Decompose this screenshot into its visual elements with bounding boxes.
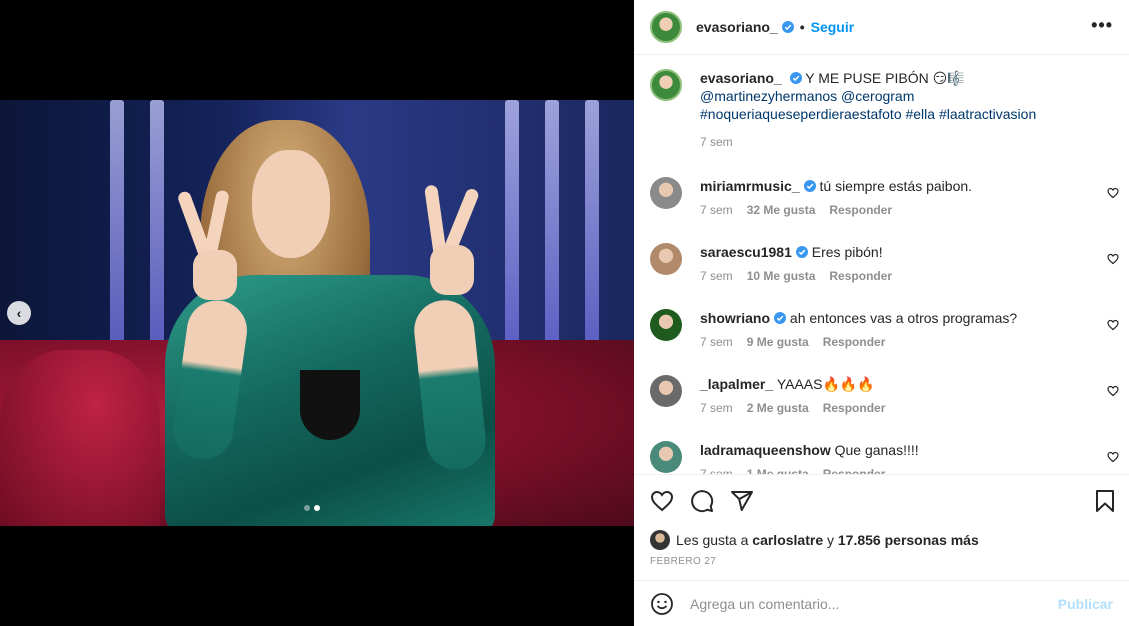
commenter-username[interactable]: ladramaqueenshow bbox=[700, 442, 831, 458]
publish-button[interactable]: Publicar bbox=[1058, 596, 1113, 612]
commenter-username[interactable]: miriamrmusic_ bbox=[700, 178, 800, 194]
stage-light bbox=[545, 100, 559, 350]
commenter-username[interactable]: _lapalmer_ bbox=[700, 376, 773, 392]
author-username[interactable]: evasoriano_ bbox=[696, 19, 778, 35]
reply-button[interactable]: Responder bbox=[823, 401, 886, 415]
comment-text: YAAAS🔥🔥🔥 bbox=[776, 376, 875, 392]
carousel-indicator bbox=[304, 505, 320, 511]
emoji-icon[interactable] bbox=[650, 592, 674, 616]
reply-button[interactable]: Responder bbox=[823, 467, 886, 474]
caption: evasoriano_ Y ME PUSE PIBÓN 😏🎼 @martinez… bbox=[634, 55, 1129, 151]
verified-badge-icon bbox=[774, 312, 787, 324]
stage-light bbox=[585, 100, 599, 350]
post-header: evasoriano_ • Seguir ••• bbox=[634, 0, 1129, 55]
comment-like-count[interactable]: 32 Me gusta bbox=[747, 203, 816, 217]
commenter-avatar[interactable] bbox=[650, 177, 682, 209]
stage-light bbox=[110, 100, 124, 350]
verified-badge-icon bbox=[803, 180, 816, 192]
carousel-dot-active bbox=[314, 505, 320, 511]
comment-text: ah entonces vas a otros programas? bbox=[789, 310, 1018, 326]
post-photo[interactable] bbox=[0, 100, 634, 526]
likes-prefix: Les gusta a bbox=[676, 532, 749, 548]
stage-light bbox=[150, 100, 164, 350]
liker-username[interactable]: carloslatre bbox=[752, 532, 823, 548]
post-modal: ‹ evasoriano_ • Seguir ••• evasoriano_ Y… bbox=[0, 0, 1129, 626]
post-date: FEBRERO 27 bbox=[650, 556, 717, 567]
likes-count[interactable]: 17.856 personas más bbox=[838, 532, 979, 548]
chevron-left-icon: ‹ bbox=[16, 305, 22, 321]
action-bar bbox=[634, 474, 1129, 524]
commenter-username[interactable]: showriano bbox=[700, 310, 770, 326]
comment-item: saraescu1981 Eres pibón! 7 sem 10 Me gusta… bbox=[634, 243, 1129, 309]
share-icon[interactable] bbox=[730, 489, 754, 513]
stage-light bbox=[505, 100, 519, 350]
caption-username[interactable]: evasoriano_ bbox=[700, 70, 782, 86]
face bbox=[252, 150, 330, 258]
comment-input[interactable]: Agrega un comentario... bbox=[690, 596, 1058, 612]
commenter-avatar[interactable] bbox=[650, 243, 682, 275]
peace-hand-left bbox=[176, 189, 248, 300]
more-options-icon[interactable]: ••• bbox=[1091, 15, 1113, 36]
comment-text: tú siempre estás paibon. bbox=[819, 178, 973, 194]
comment-heart-icon[interactable] bbox=[1107, 451, 1119, 463]
comment-time: 7 sem bbox=[700, 401, 733, 415]
header-separator: • bbox=[799, 19, 805, 35]
comment-time: 7 sem bbox=[700, 335, 733, 349]
caption-mentions[interactable]: @martinezyhermanos @cerogram bbox=[700, 87, 1036, 105]
caption-avatar[interactable] bbox=[650, 69, 682, 101]
verified-badge-icon bbox=[795, 246, 808, 258]
comment-like-count[interactable]: 1 Me gusta bbox=[747, 467, 809, 474]
comment-item: _lapalmer_ YAAAS🔥🔥🔥 7 sem 2 Me gusta Respon… bbox=[634, 375, 1129, 441]
carousel-dot bbox=[304, 505, 310, 511]
comment-heart-icon[interactable] bbox=[1107, 319, 1119, 331]
comment-time: 7 sem bbox=[700, 269, 733, 283]
comments-list[interactable]: evasoriano_ Y ME PUSE PIBÓN 😏🎼 @martinez… bbox=[634, 55, 1129, 474]
media-viewer: ‹ bbox=[0, 0, 634, 626]
reply-button[interactable]: Responder bbox=[829, 203, 892, 217]
comment-heart-icon[interactable] bbox=[1107, 187, 1119, 199]
heart-icon[interactable] bbox=[650, 489, 674, 513]
comment-heart-icon[interactable] bbox=[1107, 253, 1119, 265]
comment-item: ladramaqueenshow Que ganas!!!! 7 sem 1 Me … bbox=[634, 441, 1129, 474]
post-sidebar: evasoriano_ • Seguir ••• evasoriano_ Y M… bbox=[634, 0, 1129, 626]
reply-button[interactable]: Responder bbox=[829, 269, 892, 283]
verified-badge-icon bbox=[781, 21, 794, 33]
comment-time: 7 sem bbox=[700, 203, 733, 217]
author-avatar[interactable] bbox=[650, 11, 682, 43]
comment-like-count[interactable]: 9 Me gusta bbox=[747, 335, 809, 349]
caption-hashtags[interactable]: #noqueriaqueseperdieraestafoto #ella #la… bbox=[700, 105, 1036, 123]
comment-time: 7 sem bbox=[700, 467, 733, 474]
commenter-username[interactable]: saraescu1981 bbox=[700, 244, 792, 260]
liker-avatar[interactable] bbox=[650, 530, 670, 550]
caption-time: 7 sem bbox=[700, 135, 733, 149]
comment-text: Que ganas!!!! bbox=[834, 442, 919, 458]
black-top bbox=[300, 370, 360, 440]
comment-like-count[interactable]: 2 Me gusta bbox=[747, 401, 809, 415]
carousel-prev-button[interactable]: ‹ bbox=[7, 301, 31, 325]
follow-button[interactable]: Seguir bbox=[811, 19, 855, 35]
sofa-arm bbox=[0, 350, 160, 526]
commenter-avatar[interactable] bbox=[650, 309, 682, 341]
likes-summary: Les gusta a carloslatre y 17.856 persona… bbox=[650, 530, 979, 550]
verified-badge-icon bbox=[789, 72, 802, 84]
comment-item: showriano ah entonces vas a otros progra… bbox=[634, 309, 1129, 375]
caption-text: Y ME PUSE PIBÓN 😏🎼 bbox=[805, 70, 965, 86]
comment-like-count[interactable]: 10 Me gusta bbox=[747, 269, 816, 283]
comment-icon[interactable] bbox=[690, 489, 714, 513]
commenter-avatar[interactable] bbox=[650, 441, 682, 473]
add-comment-bar: Agrega un comentario... Publicar bbox=[634, 580, 1129, 626]
comment-text: Eres pibón! bbox=[811, 244, 883, 260]
bookmark-icon[interactable] bbox=[1093, 489, 1117, 513]
comment-heart-icon[interactable] bbox=[1107, 385, 1119, 397]
peace-hand-right bbox=[415, 184, 485, 300]
reply-button[interactable]: Responder bbox=[823, 335, 886, 349]
comment-item: miriamrmusic_ tú siempre estás paibon. 7 … bbox=[634, 177, 1129, 243]
likes-joiner: y bbox=[827, 532, 834, 548]
commenter-avatar[interactable] bbox=[650, 375, 682, 407]
